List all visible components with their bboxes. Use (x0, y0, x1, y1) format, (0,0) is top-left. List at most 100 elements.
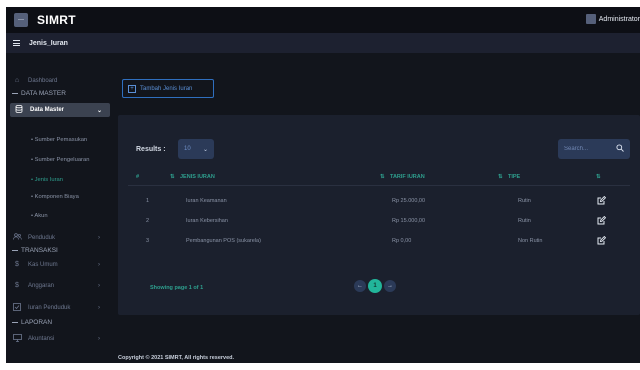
search-input[interactable] (564, 146, 614, 152)
results-label: Results : (136, 146, 166, 153)
home-icon: ⌂ (14, 77, 20, 84)
chevron-right-icon: › (98, 336, 100, 342)
users-icon (12, 233, 22, 242)
sort-icon[interactable]: ⇅ (170, 174, 175, 180)
hamburger-icon[interactable] (13, 40, 20, 46)
col-header-tipe[interactable]: TIPE (508, 174, 520, 180)
sidebar-subitem-sumber-pengeluaran[interactable]: • Sumber Pengeluaran (31, 157, 89, 163)
brand-title: SIMRT (37, 13, 76, 27)
table-row: 1 Iuran Keamanan Rp 25.000,00 Rutin (118, 195, 640, 209)
sort-icon[interactable]: ⇅ (596, 174, 601, 180)
section-label: LAPORAN (21, 319, 53, 326)
monitor-icon (12, 334, 22, 344)
page-1-button[interactable]: 1 (368, 279, 382, 293)
table-header: # ⇅ JENIS IURAN ⇅ TARIF IURAN ⇅ TIPE ⇅ (118, 171, 640, 185)
app-window: — SIMRT Administrator Jenis_Iuran ⌂ Dash… (6, 7, 640, 363)
sidebar-item-penduduk[interactable]: Penduduk › (6, 233, 112, 242)
sidebar-item-label: Kas Umum (28, 261, 58, 268)
next-page-button[interactable]: → (384, 280, 396, 292)
add-jenis-iuran-button[interactable]: + Tambah Jenis Iuran (122, 79, 214, 98)
top-bar: — SIMRT Administrator (6, 7, 640, 33)
database-icon (14, 104, 24, 115)
sidebar-subitem-akun[interactable]: • Akun (31, 213, 48, 219)
chevron-down-icon: ⌄ (202, 146, 208, 153)
subitem-label: Sumber Pemasukan (34, 137, 88, 143)
sidebar-item-anggaran[interactable]: $ Anggaran › (6, 282, 112, 289)
col-header-jenis[interactable]: JENIS IURAN (180, 174, 215, 180)
sort-icon[interactable]: ⇅ (498, 174, 503, 180)
section-label: DATA MASTER (21, 90, 66, 97)
sidebar-subitem-sumber-pemasukan[interactable]: • Sumber Pemasukan (31, 137, 87, 143)
prev-page-button[interactable]: ← (354, 280, 366, 292)
chevron-down-icon: ⌄ (96, 107, 102, 114)
col-header-no[interactable]: # (136, 174, 139, 180)
chevron-right-icon: › (98, 282, 100, 289)
sidebar-item-label: Iuran Penduduk (28, 305, 71, 311)
divider (128, 185, 630, 186)
chevron-right-icon: › (98, 261, 100, 268)
cell-tipe: Non Rutin (518, 238, 543, 244)
chevron-right-icon: › (98, 234, 100, 241)
sort-icon[interactable]: ⇅ (380, 174, 385, 180)
chevron-right-icon: › (98, 305, 100, 311)
cell-jenis: Iuran Keamanan (186, 198, 227, 204)
cell-no: 2 (146, 218, 150, 224)
logo-glyph: — (18, 17, 24, 23)
sidebar-item-dashboard[interactable]: ⌂ Dashboard (6, 77, 112, 84)
sidebar-item-label: Akuntansi (28, 336, 55, 342)
subitem-label: Sumber Pengeluaran (34, 157, 90, 163)
user-name: Administrator (598, 15, 640, 23)
dollar-icon: $ (15, 261, 19, 268)
page-size-select[interactable]: 10 ⌄ (178, 139, 214, 159)
sidebar-item-iuran-penduduk[interactable]: Iuran Penduduk › (6, 303, 112, 313)
edit-icon[interactable] (597, 216, 606, 225)
sidebar-item-label: Data Master (30, 107, 65, 113)
footer-copyright: Copyright © 2021 SIMRT, All rights reser… (118, 355, 235, 361)
cell-jenis: Iuran Kebersihan (186, 218, 228, 224)
avatar (585, 14, 596, 24)
sidebar: ⌂ Dashboard DATA MASTER Data Master ⌄ • … (6, 53, 112, 363)
sidebar-subitem-jenis-iuran[interactable]: • Jenis Iuran (31, 177, 63, 183)
sub-bar: Jenis_Iuran (6, 33, 640, 53)
table-panel: Results : 10 ⌄ # ⇅ JENIS IURAN ⇅ TARIF I… (118, 115, 640, 315)
dollar-icon: $ (15, 282, 19, 289)
cell-tipe: Rutin (518, 198, 531, 204)
subitem-label: Komponen Biaya (34, 194, 79, 200)
cell-tipe: Rutin (518, 218, 531, 224)
sidebar-item-kas-umum[interactable]: $ Kas Umum › (6, 261, 112, 268)
subitem-label: Jenis Iuran (34, 177, 63, 183)
pagination-info: Showing page 1 of 1 (150, 285, 204, 291)
edit-icon[interactable] (597, 196, 606, 205)
section-laporan: LAPORAN (12, 319, 52, 326)
pagination: ← 1 → (354, 279, 396, 293)
subitem-label: Akun (34, 213, 48, 219)
cell-jenis: Pembangunan POS (sukarela) (186, 238, 261, 244)
sidebar-item-label: Anggaran (28, 282, 55, 289)
cell-tarif: Rp 15.000,00 (392, 218, 426, 224)
page-title: Jenis_Iuran (29, 39, 68, 47)
table-row: 2 Iuran Kebersihan Rp 15.000,00 Rutin (118, 215, 640, 229)
search-box (558, 139, 630, 159)
sidebar-item-data-master[interactable]: Data Master ⌄ (10, 103, 110, 117)
logo-icon[interactable]: — (14, 13, 28, 27)
sidebar-item-akuntansi[interactable]: Akuntansi › (6, 334, 112, 344)
cell-no: 1 (146, 198, 150, 204)
section-label: TRANSAKSI (21, 247, 58, 254)
table-row: 3 Pembangunan POS (sukarela) Rp 0,00 Non… (118, 235, 640, 249)
checkbox-edit-icon (12, 303, 22, 313)
cell-no: 3 (146, 238, 150, 244)
edit-icon[interactable] (597, 236, 606, 245)
sidebar-item-label: Dashboard (28, 77, 58, 84)
sidebar-subitem-komponen-biaya[interactable]: • Komponen Biaya (31, 194, 79, 200)
add-button-label: Tambah Jenis Iuran (140, 85, 193, 92)
page-size-value: 10 (184, 146, 191, 152)
cell-tarif: Rp 25.000,00 (392, 198, 426, 204)
cell-tarif: Rp 0,00 (392, 238, 412, 244)
col-header-tarif[interactable]: TARIF IURAN (390, 174, 425, 180)
plus-icon: + (128, 84, 136, 93)
user-menu[interactable]: Administrator (585, 14, 640, 24)
search-icon[interactable] (616, 144, 624, 152)
section-data-master: DATA MASTER (12, 90, 66, 97)
section-transaksi: TRANSAKSI (12, 247, 58, 254)
sidebar-item-label: Penduduk (28, 234, 56, 241)
